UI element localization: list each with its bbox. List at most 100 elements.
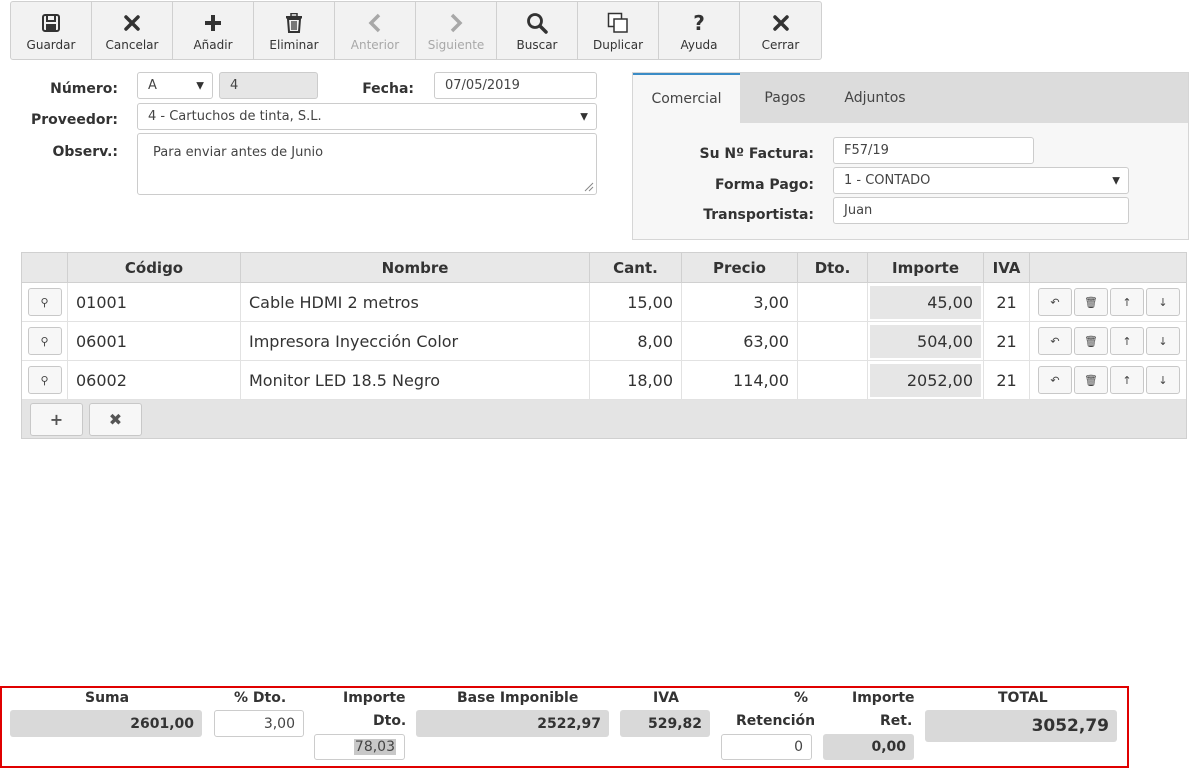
delete-label: Eliminar	[269, 38, 319, 52]
move-down-button[interactable]: ↓	[1146, 366, 1180, 394]
col-iva: IVA	[984, 253, 1030, 282]
row-delete-button[interactable]: 🗑	[1074, 288, 1108, 316]
move-up-button[interactable]: ↑	[1110, 288, 1144, 316]
serie-value: A	[148, 78, 157, 93]
importe-dto-field[interactable]: 78,03	[314, 734, 405, 760]
cant-cell[interactable]: 18,00	[590, 361, 682, 399]
serie-select[interactable]: A ▼	[137, 72, 213, 99]
search-button[interactable]: Buscar	[497, 2, 578, 59]
dto-label: Dto.	[373, 713, 407, 729]
forma-pago-select[interactable]: 1 - CONTADO ▼	[833, 167, 1129, 194]
dto-cell[interactable]	[798, 322, 868, 360]
proveedor-label: Proveedor:	[30, 112, 118, 128]
dto-cell[interactable]	[798, 361, 868, 399]
iva-cell[interactable]: 21	[984, 283, 1030, 321]
undo-button[interactable]: ↶	[1038, 366, 1072, 394]
importe-cell: 45,00	[868, 283, 984, 321]
arrow-down-icon: ↓	[1158, 295, 1168, 309]
row-actions: ↶ 🗑 ↑ ↓	[1030, 322, 1186, 360]
nombre-cell[interactable]: Monitor LED 18.5 Negro	[241, 361, 590, 399]
magnifier-icon: ⚲	[40, 373, 49, 387]
move-up-button[interactable]: ↑	[1110, 327, 1144, 355]
product-lookup-button[interactable]: ⚲	[27, 327, 62, 355]
row-actions: ↶ 🗑 ↑ ↓	[1030, 361, 1186, 399]
move-up-button[interactable]: ↑	[1110, 366, 1144, 394]
add-button[interactable]: Añadir	[173, 2, 254, 59]
nombre-cell[interactable]: Impresora Inyección Color	[241, 322, 590, 360]
iva-cell[interactable]: 21	[984, 361, 1030, 399]
lookup-cell: ⚲	[22, 322, 68, 360]
add-line-button[interactable]: +	[30, 402, 83, 436]
cant-cell[interactable]: 8,00	[590, 322, 682, 360]
arrow-up-icon: ↑	[1122, 295, 1132, 309]
tab-adjuntos[interactable]: Adjuntos	[830, 73, 920, 123]
table-row: ⚲ 01001 Cable HDMI 2 metros 15,00 3,00 4…	[22, 283, 1186, 322]
move-down-button[interactable]: ↓	[1146, 288, 1180, 316]
pct-ret-label: %	[794, 690, 809, 706]
move-down-button[interactable]: ↓	[1146, 327, 1180, 355]
header-lookup-col	[22, 253, 68, 282]
importe-value: 2052,00	[870, 363, 981, 397]
transportista-field[interactable]: Juan	[833, 197, 1129, 224]
iva-total-label: IVA	[653, 690, 679, 706]
importe-dto-label: Importe	[343, 690, 406, 706]
cant-cell[interactable]: 15,00	[590, 283, 682, 321]
observ-value: Para enviar antes de Junio	[153, 145, 324, 160]
codigo-cell[interactable]: 06002	[68, 361, 241, 399]
observ-label: Observ.:	[52, 144, 118, 160]
help-button[interactable]: ? Ayuda	[659, 2, 740, 59]
pct-dto-label: % Dto.	[234, 690, 287, 706]
previous-button[interactable]: Anterior	[335, 2, 416, 59]
observ-textarea[interactable]: Para enviar antes de Junio	[137, 133, 597, 195]
search-icon	[526, 11, 548, 35]
transportista-label: Transportista:	[703, 207, 814, 223]
remove-lines-button[interactable]: ✖	[89, 402, 142, 436]
magnifier-icon: ⚲	[40, 295, 49, 309]
save-label: Guardar	[26, 38, 76, 52]
retencion-label: Retención	[736, 713, 816, 729]
undo-button[interactable]: ↶	[1038, 327, 1072, 355]
undo-button[interactable]: ↶	[1038, 288, 1072, 316]
close-button[interactable]: Cerrar	[740, 2, 821, 59]
iva-value: 529,82	[620, 710, 710, 737]
resize-handle-icon[interactable]	[584, 182, 594, 192]
precio-cell[interactable]: 3,00	[682, 283, 798, 321]
codigo-cell[interactable]: 06001	[68, 322, 241, 360]
iva-cell[interactable]: 21	[984, 322, 1030, 360]
base-label: Base Imponible	[457, 690, 579, 706]
precio-cell[interactable]: 114,00	[682, 361, 798, 399]
magnifier-icon: ⚲	[40, 334, 49, 348]
arrow-down-icon: ↓	[1158, 373, 1168, 387]
next-button[interactable]: Siguiente	[416, 2, 497, 59]
proveedor-select[interactable]: 4 - Cartuchos de tinta, S.L. ▼	[137, 103, 597, 130]
pct-dto-field[interactable]: 3,00	[214, 710, 304, 737]
codigo-cell[interactable]: 01001	[68, 283, 241, 321]
total-value: 3052,79	[925, 710, 1117, 742]
tab-pagos[interactable]: Pagos	[740, 73, 830, 123]
dto-cell[interactable]	[798, 283, 868, 321]
delete-button[interactable]: Eliminar	[254, 2, 335, 59]
trash-icon: 🗑	[1084, 373, 1098, 387]
nombre-cell[interactable]: Cable HDMI 2 metros	[241, 283, 590, 321]
trash-icon	[285, 11, 303, 35]
cancel-button[interactable]: Cancelar	[92, 2, 173, 59]
col-cant: Cant.	[590, 253, 682, 282]
arrow-up-icon: ↑	[1122, 334, 1132, 348]
fecha-label: Fecha:	[362, 81, 414, 97]
numero-field[interactable]: 4	[219, 72, 318, 99]
save-button[interactable]: Guardar	[11, 2, 92, 59]
product-lookup-button[interactable]: ⚲	[27, 366, 62, 394]
help-label: Ayuda	[680, 38, 718, 52]
product-lookup-button[interactable]: ⚲	[27, 288, 62, 316]
precio-cell[interactable]: 63,00	[682, 322, 798, 360]
factura-field[interactable]: F57/19	[833, 137, 1034, 164]
plus-icon	[203, 11, 223, 35]
fecha-field[interactable]: 07/05/2019	[434, 72, 597, 99]
row-delete-button[interactable]: 🗑	[1074, 327, 1108, 355]
pct-retencion-field[interactable]: 0	[721, 734, 812, 760]
row-delete-button[interactable]: 🗑	[1074, 366, 1108, 394]
duplicate-button[interactable]: Duplicar	[578, 2, 659, 59]
undo-icon: ↶	[1050, 295, 1060, 309]
forma-pago-value: 1 - CONTADO	[844, 173, 931, 188]
tab-comercial[interactable]: Comercial	[633, 73, 740, 123]
